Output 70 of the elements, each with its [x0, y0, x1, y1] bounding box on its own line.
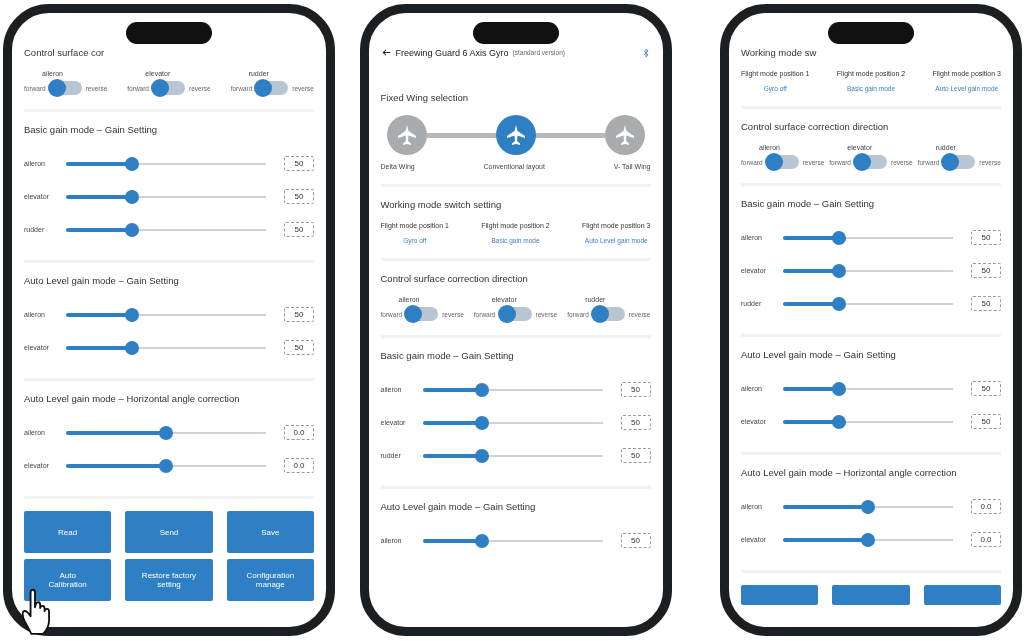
slider-thumb[interactable] [832, 381, 847, 396]
value-field[interactable]: 0.0 [284, 425, 314, 440]
section-title: Auto Level gain mode – Gain Setting [380, 501, 537, 512]
value-field[interactable]: 50 [971, 414, 1001, 429]
slider-thumb[interactable] [861, 499, 875, 514]
section-title: Working mode sw [741, 47, 818, 58]
slider-thumb[interactable] [125, 222, 139, 237]
toggle-switch[interactable] [592, 307, 625, 321]
section-title: Basic gain mode – Gain Setting [741, 198, 876, 209]
slider-thumb[interactable] [125, 189, 139, 204]
value-field[interactable]: 50 [620, 448, 651, 463]
slider-thumb[interactable] [125, 156, 139, 171]
value-field[interactable]: 0.0 [971, 532, 1001, 547]
section-title: Control surface cor [24, 47, 106, 58]
wing-type-option[interactable] [495, 115, 536, 155]
toggle-switch[interactable] [256, 81, 289, 95]
toggle-switch[interactable] [855, 155, 887, 169]
section-title: Auto Level gain mode – Gain Setting [24, 275, 180, 286]
toggle-switch[interactable] [499, 307, 532, 321]
toggle-switch[interactable] [943, 155, 976, 169]
value-field[interactable]: 50 [971, 296, 1001, 311]
section-title: Fixed Wing selection [380, 92, 470, 103]
value-field[interactable]: 50 [971, 230, 1001, 245]
toggle-switch[interactable] [406, 307, 439, 321]
slider-thumb[interactable] [159, 458, 173, 473]
section-title: Control surface correction direction [741, 121, 890, 132]
value-field[interactable]: 50 [971, 381, 1001, 396]
slider-thumb[interactable] [474, 415, 489, 430]
toggle-switch[interactable] [153, 81, 185, 95]
wing-type-option[interactable] [386, 115, 427, 155]
value-field[interactable]: 50 [284, 222, 314, 237]
section-title: Working mode switch setting [380, 199, 503, 210]
slider-thumb[interactable] [832, 414, 847, 429]
action-button[interactable]: Send [125, 511, 213, 553]
slider-thumb[interactable] [474, 448, 489, 463]
value-field[interactable]: 50 [620, 382, 651, 397]
slider-thumb[interactable] [125, 307, 139, 322]
value-field[interactable]: 0.0 [971, 499, 1001, 514]
back-arrow-icon [380, 47, 392, 58]
section-title: Basic gain mode – Gain Setting [380, 350, 515, 361]
value-field[interactable]: 50 [620, 415, 651, 430]
slider-thumb[interactable] [159, 425, 173, 440]
action-button[interactable]: Auto Calibration [24, 559, 112, 601]
value-field[interactable]: 50 [284, 307, 314, 322]
value-field[interactable]: 50 [284, 340, 314, 355]
section-title: Auto Level gain mode – Gain Setting [741, 349, 897, 360]
value-field[interactable]: 50 [620, 533, 651, 548]
action-button[interactable]: Save [226, 511, 314, 553]
wing-type-option[interactable] [604, 115, 645, 155]
section-title: Control surface correction direction [380, 273, 529, 284]
toggle-switch[interactable] [766, 155, 799, 169]
section-title: Basic gain mode – Gain Setting [24, 124, 159, 135]
slider-thumb[interactable] [474, 533, 489, 548]
slider-thumb[interactable] [832, 263, 847, 278]
toggle-switch[interactable] [49, 81, 82, 95]
action-button[interactable]: Restore factory setting [125, 559, 213, 601]
slider-thumb[interactable] [474, 382, 489, 397]
slider-thumb[interactable] [125, 340, 139, 355]
value-field[interactable]: 50 [284, 189, 314, 204]
section-title: Auto Level gain mode – Horizontal angle correction [24, 393, 241, 404]
value-field[interactable]: 50 [971, 263, 1001, 278]
app-title: Freewing Guard 6 Axis Gyro [395, 47, 509, 58]
action-button[interactable]: Read [24, 511, 112, 553]
action-button[interactable]: Configuration manage [226, 559, 314, 601]
section-title: Auto Level gain mode – Horizontal angle correction [741, 467, 958, 478]
value-field[interactable]: 50 [284, 156, 314, 171]
slider-thumb[interactable] [861, 532, 875, 547]
value-field[interactable]: 0.0 [284, 458, 314, 473]
slider-thumb[interactable] [832, 230, 847, 245]
slider-thumb[interactable] [832, 296, 847, 311]
